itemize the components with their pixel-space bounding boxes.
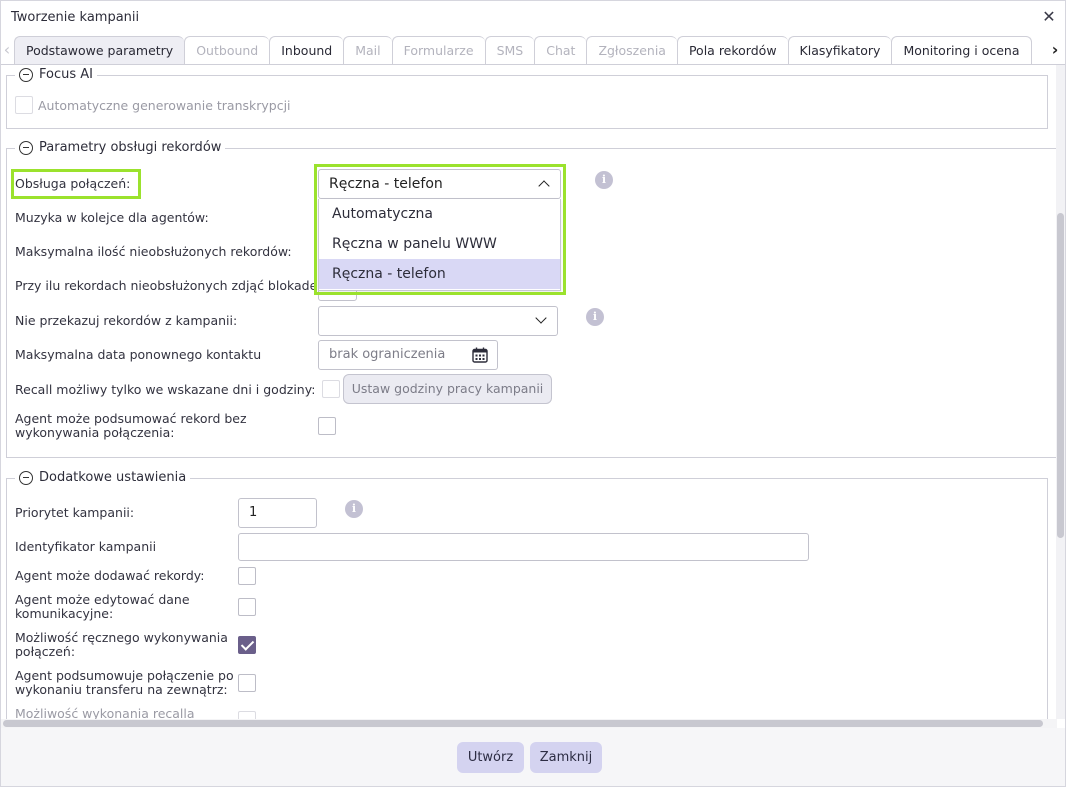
- campaign-dialog: Tworzenie kampanii ✕ ‹ Podstawowe parame…: [0, 0, 1066, 787]
- tab-bar: ‹ Podstawowe parametry Outbound Inbound …: [1, 36, 1065, 65]
- info-icon[interactable]: i: [595, 171, 613, 189]
- option-automatic[interactable]: Automatyczna: [319, 199, 560, 229]
- call-handling-value: Ręczna - telefon: [329, 176, 443, 192]
- create-button[interactable]: Utwórz: [457, 742, 524, 773]
- identifier-input[interactable]: [238, 533, 809, 561]
- info-icon[interactable]: i: [345, 500, 363, 518]
- close-button[interactable]: Zamknij: [530, 742, 602, 773]
- records-legend: Parametry obsługi rekordów: [15, 140, 226, 155]
- transcription-label: Automatyczne generowanie transkrypcji: [38, 98, 291, 113]
- summarize-without-call-label-2: wykonywania połączenia:: [15, 425, 175, 440]
- add-records-checkbox[interactable]: [238, 567, 256, 585]
- tab-record-fields[interactable]: Pola rekordów: [676, 36, 788, 65]
- chevron-up-icon: [538, 180, 550, 192]
- dialog-title: Tworzenie kampanii: [11, 10, 140, 25]
- tab-tickets[interactable]: Zgłoszenia: [586, 36, 677, 65]
- no-transfer-select[interactable]: [318, 306, 558, 336]
- horizontal-scrollbar[interactable]: [1, 719, 1057, 728]
- summary-after-transfer-checkbox[interactable]: [238, 674, 256, 692]
- focus-ai-legend: Focus AI: [15, 67, 97, 82]
- tab-list: Podstawowe parametry Outbound Inbound Ma…: [14, 36, 1032, 65]
- edit-contact-label: Agent może edytować dane: [15, 592, 190, 607]
- no-transfer-label: Nie przekazuj rekordów z kampanii:: [15, 313, 238, 328]
- chevron-down-icon: [535, 312, 547, 324]
- horizontal-scroll-thumb[interactable]: [3, 720, 1043, 727]
- manual-calls-label: Możliwość ręcznego wykonywania: [15, 630, 228, 645]
- add-records-label: Agent może dodawać rekordy:: [15, 568, 205, 583]
- recall-hours-label: Recall możliwy tylko we wskazane dni i g…: [15, 382, 316, 397]
- extra-legend: Dodatkowe ustawienia: [15, 470, 191, 485]
- transcription-checkbox[interactable]: [15, 96, 33, 114]
- dialog-footer: Utwórz Zamknij: [1, 728, 1065, 786]
- vertical-scroll-thumb[interactable]: [1057, 213, 1064, 538]
- info-icon[interactable]: i: [586, 308, 604, 326]
- tab-basic-params[interactable]: Podstawowe parametry: [14, 36, 185, 65]
- edit-contact-checkbox[interactable]: [238, 598, 256, 616]
- tab-sms[interactable]: SMS: [484, 36, 535, 65]
- scroll-right-icon[interactable]: ›: [1049, 40, 1061, 60]
- summarize-without-call-checkbox[interactable]: [318, 417, 336, 435]
- max-date-label: Maksymalna data ponownego kontaktu: [15, 347, 262, 362]
- vertical-scrollbar[interactable]: [1056, 65, 1065, 719]
- identifier-label: Identyfikator kampanii: [15, 539, 157, 554]
- summary-after-transfer-label-2: wykonaniu transferu na zewnątrz:: [15, 682, 228, 697]
- tab-chat[interactable]: Chat: [534, 36, 587, 65]
- recall-hours-checkbox[interactable]: [322, 380, 340, 398]
- edit-contact-label-2: komunikacyjne:: [15, 606, 114, 621]
- scroll-left-icon[interactable]: ‹: [1, 40, 13, 60]
- summary-after-transfer-label: Agent podsumowuje połączenie po: [15, 668, 234, 683]
- minus-circle-icon[interactable]: [19, 140, 33, 155]
- manual-calls-checkbox[interactable]: [238, 636, 256, 654]
- summarize-without-call-label: Agent może podsumować rekord bez: [15, 411, 247, 426]
- max-unhandled-label: Maksymalna ilość nieobsłużonych rekordów…: [15, 244, 292, 259]
- option-manual-phone[interactable]: Ręczna - telefon: [319, 259, 560, 289]
- call-handling-select[interactable]: Ręczna - telefon: [318, 169, 561, 199]
- section-title: Dodatkowe ustawienia: [39, 470, 187, 485]
- recall-option-label: Możliwość wykonania recalla: [15, 706, 195, 720]
- title-bar: Tworzenie kampanii ✕: [1, 1, 1065, 35]
- section-title: Parametry obsługi rekordów: [39, 140, 222, 155]
- minus-circle-icon[interactable]: [19, 470, 33, 485]
- manual-calls-label-2: połączeń:: [15, 644, 76, 659]
- set-work-hours-button[interactable]: Ustaw godziny pracy kampanii: [343, 374, 552, 404]
- call-handling-dropdown: Automatyczna Ręczna w panelu WWW Ręczna …: [318, 199, 561, 291]
- tab-inbound[interactable]: Inbound: [269, 36, 344, 65]
- priority-label: Priorytet kampanii:: [15, 505, 135, 520]
- queue-music-label: Muzyka w kolejce dla agentów:: [15, 210, 209, 225]
- section-title: Focus AI: [39, 67, 93, 82]
- form-content: Focus AI Automatyczne generowanie transk…: [1, 65, 1057, 719]
- calendar-button[interactable]: [462, 340, 498, 370]
- tab-monitoring[interactable]: Monitoring i ocena: [891, 36, 1032, 65]
- call-handling-label: Obsługa połączeń:: [15, 176, 131, 191]
- max-date-input[interactable]: brak ograniczenia: [318, 340, 463, 370]
- close-icon[interactable]: ✕: [1041, 9, 1057, 25]
- calendar-icon: [472, 347, 488, 363]
- priority-input[interactable]: 1: [238, 498, 317, 528]
- tab-outbound[interactable]: Outbound: [184, 36, 270, 65]
- tab-forms[interactable]: Formularze: [391, 36, 485, 65]
- unlock-threshold-label: Przy ilu rekordach nieobsłużonych zdjąć …: [15, 278, 322, 293]
- tab-classifiers[interactable]: Klasyfikatory: [787, 36, 892, 65]
- recall-option-checkbox[interactable]: [238, 711, 256, 719]
- focus-ai-section: Focus AI Automatyczne generowanie transk…: [6, 67, 1048, 129]
- option-manual-web[interactable]: Ręczna w panelu WWW: [319, 229, 560, 259]
- tab-mail[interactable]: Mail: [343, 36, 392, 65]
- minus-circle-icon[interactable]: [19, 67, 33, 82]
